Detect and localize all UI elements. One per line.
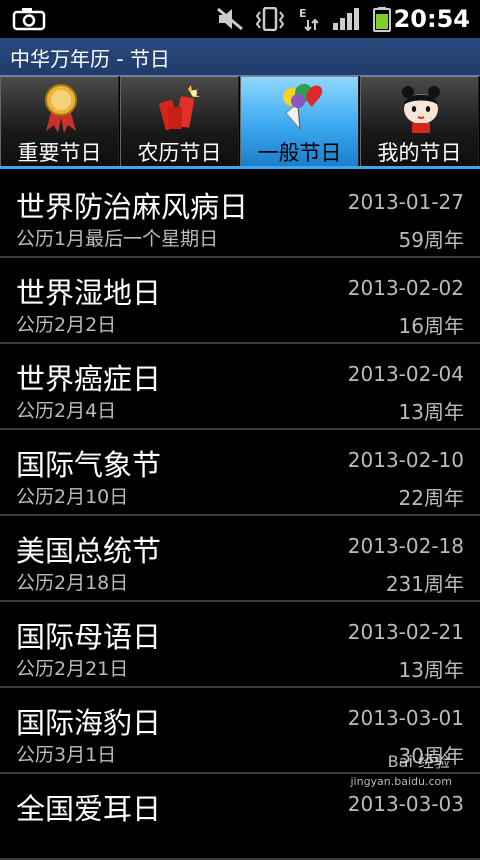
festival-name: 世界湿地日: [16, 276, 162, 310]
festival-rule: 公历3月1日: [16, 744, 117, 766]
festival-anniversary: 16周年: [398, 314, 464, 338]
festival-rule: 公历2月18日: [16, 572, 129, 594]
festival-rule: 公历2月21日: [16, 658, 129, 680]
festival-name: 世界癌症日: [16, 362, 162, 396]
festival-date: 2013-02-21: [347, 620, 464, 644]
watermark-logo: Bai 经验: [387, 752, 450, 771]
festival-rule: 公历2月10日: [16, 486, 129, 508]
festival-date: 2013-03-01: [347, 706, 464, 730]
festival-anniversary: 13周年: [398, 400, 464, 424]
list-item[interactable]: 国际母语日 公历2月21日 2013-02-21 13周年: [0, 602, 480, 688]
camera-icon: [12, 6, 46, 32]
tab-label: 一般节日: [257, 141, 342, 165]
festival-rule: 公历2月4日: [16, 400, 117, 422]
festival-date: 2013-03-03: [347, 792, 464, 816]
festival-date: 2013-02-18: [347, 534, 464, 558]
festival-anniversary: 231周年: [385, 572, 464, 596]
festival-anniversary: 13周年: [398, 658, 464, 682]
festival-name: 世界防治麻风病日: [16, 190, 249, 224]
tab-lunar-festivals[interactable]: 农历节日: [120, 76, 239, 167]
tab-underline: [0, 166, 480, 169]
tab-general-festivals[interactable]: 一般节日: [240, 76, 359, 167]
tab-label: 我的节日: [377, 141, 462, 165]
festival-name: 全国爱耳日: [16, 792, 162, 826]
festival-name: 国际母语日: [16, 620, 162, 654]
clock: 20:54: [393, 5, 470, 33]
vibrate-icon: [254, 6, 286, 32]
balloons-icon: [278, 83, 324, 133]
list-item[interactable]: 美国总统节 公历2月18日 2013-02-18 231周年: [0, 516, 480, 602]
festival-date: 2013-02-10: [347, 448, 464, 472]
battery-icon: [372, 6, 392, 32]
list-item[interactable]: 国际气象节 公历2月10日 2013-02-10 22周年: [0, 430, 480, 516]
festival-date: 2013-01-27: [347, 190, 464, 214]
doll-icon: [398, 83, 444, 133]
festival-name: 国际气象节: [16, 448, 162, 482]
festival-name: 美国总统节: [16, 534, 162, 568]
festival-anniversary: 22周年: [398, 486, 464, 510]
tab-my-festivals[interactable]: 我的节日: [360, 76, 479, 167]
tab-bar: 重要节日 农历节日 一般节日 我的节日: [0, 76, 480, 168]
mute-icon: [216, 6, 244, 32]
status-bar: E 20:54: [0, 0, 480, 38]
festival-date: 2013-02-04: [347, 362, 464, 386]
app-title: 中华万年历 - 节日: [10, 47, 170, 71]
tab-label: 重要节日: [17, 141, 102, 165]
festival-rule: 公历2月2日: [16, 314, 117, 336]
svg-text:E: E: [299, 7, 307, 20]
list-item[interactable]: 世界防治麻风病日 公历1月最后一个星期日 2013-01-27 59周年: [0, 172, 480, 258]
festival-date: 2013-02-02: [347, 276, 464, 300]
title-bar: 中华万年历 - 节日: [0, 38, 480, 76]
list-item[interactable]: 世界湿地日 公历2月2日 2013-02-02 16周年: [0, 258, 480, 344]
tab-important-festivals[interactable]: 重要节日: [0, 76, 119, 167]
tab-label: 农历节日: [137, 141, 222, 165]
medal-icon: [38, 83, 84, 133]
festival-name: 国际海豹日: [16, 706, 162, 740]
festival-anniversary: 59周年: [398, 228, 464, 252]
data-transfer-icon: E: [298, 6, 322, 32]
watermark-url: jingyan.baidu.com: [350, 775, 452, 788]
festival-rule: 公历1月最后一个星期日: [16, 228, 219, 250]
signal-icon: [332, 6, 360, 32]
firecracker-icon: [158, 83, 204, 133]
list-item[interactable]: 世界癌症日 公历2月4日 2013-02-04 13周年: [0, 344, 480, 430]
